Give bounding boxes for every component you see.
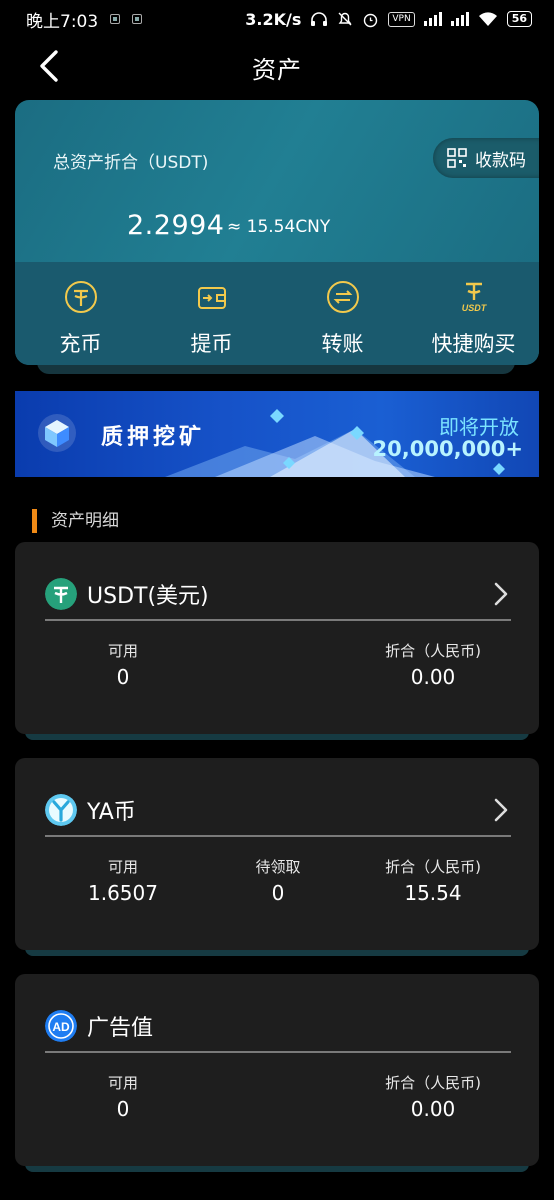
battery-icon: 56 [506,11,532,27]
divider [45,835,511,837]
svg-text:USDT: USDT [461,303,487,313]
mute-bell-icon [338,12,352,26]
receive-code-label: 收款码 [475,150,526,171]
status-time: 晚上7:03 [26,11,99,32]
headphones-icon [311,12,328,26]
column-label: 折合（人民币) [385,1074,481,1092]
withdraw-button[interactable]: 提币 [146,276,277,365]
asset-column: 折合（人民币) 0.00 [363,640,503,689]
usdt-coin-icon [45,578,77,610]
ad-coin-icon: AD [45,1010,77,1042]
chevron-right-icon[interactable] [491,580,511,608]
column-label: 待领取 [255,858,301,876]
page-title: 资产 [252,56,302,84]
asset-card-ya[interactable]: YA币 可用 1.6507 待领取 0 折合（人民币) 15.54 [15,758,539,950]
transfer-label: 转账 [321,332,364,356]
transfer-icon [326,281,359,313]
column-value: 15.54 [404,881,462,905]
column-value: 0.00 [410,1097,456,1121]
svg-text:AD: AD [52,1020,70,1034]
asset-card-usdt[interactable]: USDT(美元) 可用 0 折合（人民币) 0.00 [15,542,539,734]
column-value: 0.00 [410,665,456,689]
app-header: 资产 [0,38,554,94]
transfer-button[interactable]: 转账 [277,276,408,365]
column-label: 可用 [107,1074,138,1092]
staking-banner[interactable]: 质押挖矿 即将开放 20,000,000+ [15,391,539,477]
asset-column: 折合（人民币) 15.54 [363,856,503,905]
column-label: 可用 [107,642,138,660]
asset-column: 折合（人民币) 0.00 [363,1072,503,1121]
alarm-icon [364,13,378,27]
column-value: 1.6507 [88,881,158,905]
chevron-right-icon[interactable] [491,796,511,824]
signal-icon [423,12,442,26]
banner-amount: 20,000,000+ [372,437,523,461]
asset-header: AD 广告值 [45,1010,153,1042]
withdraw-label: 提币 [190,332,233,356]
asset-header: YA币 [45,794,136,826]
network-speed: 3.2K/s [245,9,302,29]
banner-title: 质押挖矿 [101,425,206,450]
divider [45,1051,511,1053]
notification-icon [132,14,143,24]
asset-card-ad[interactable]: AD 广告值 可用 0 折合（人民币) 0.00 [15,974,539,1166]
column-value: 0 [271,881,285,905]
wifi-icon [478,11,497,26]
column-label: 折合（人民币) [385,858,481,876]
column-label: 折合（人民币) [385,642,481,660]
mining-logo-icon [38,414,76,452]
asset-name: USDT(美元) [87,584,209,609]
deposit-button[interactable]: 充币 [15,276,146,365]
asset-column: 可用 1.6507 [73,856,173,905]
notification-icon [110,14,121,24]
column-value: 0 [116,665,130,689]
divider [45,619,511,621]
banner-subtitle: 即将开放 [439,415,519,439]
usdt-logo-icon: USDT [461,282,487,313]
total-assets-value: 2.2994 [127,210,225,241]
asset-name: YA币 [87,800,136,825]
qr-code-icon [447,148,467,168]
total-assets-cny: ≈ 15.54CNY [227,217,331,237]
asset-column: 可用 0 [83,640,163,689]
ya-coin-icon [45,794,77,826]
deposit-label: 充币 [59,332,102,356]
signal-icon [450,12,469,26]
quick-buy-label: 快捷购买 [431,332,516,356]
quick-buy-button[interactable]: USDT 快捷购买 [408,276,539,365]
status-bar: 晚上7:03 3.2K/s VPN 56 [0,0,554,38]
asset-summary-card: 总资产折合（USDT) 收款码 2.2994 ≈ 15.54CNY 充币 提币 … [15,100,539,365]
quick-actions: 充币 提币 转账 USDT 快捷购买 [15,276,539,365]
asset-header: USDT(美元) [45,578,209,610]
wallet-icon [197,287,226,309]
receive-code-button[interactable]: 收款码 [433,138,539,178]
column-label: 可用 [107,858,138,876]
asset-name: 广告值 [87,1016,154,1041]
tether-icon [64,281,97,313]
section-title: 资产明细 [32,509,119,533]
total-assets-label: 总资产折合（USDT) [53,153,209,173]
column-value: 0 [116,1097,130,1121]
asset-column: 待领取 0 [238,856,318,905]
vpn-icon: VPN [388,11,415,27]
asset-column: 可用 0 [83,1072,163,1121]
